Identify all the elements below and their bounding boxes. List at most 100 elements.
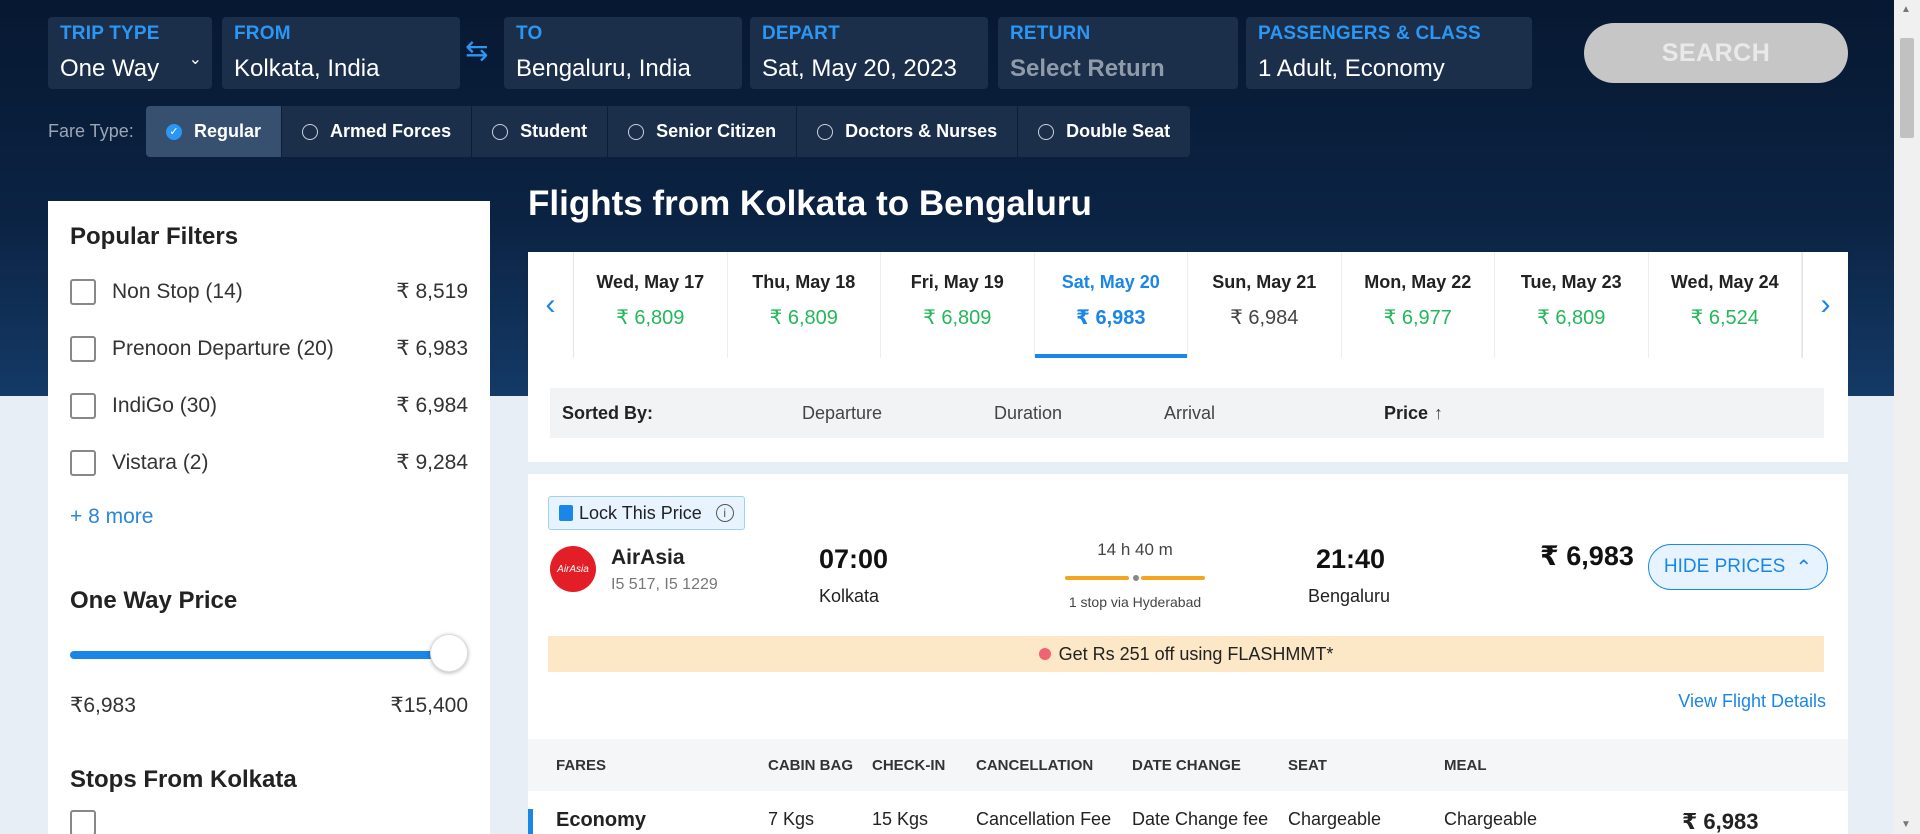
date-cell[interactable]: Sat, May 20 ₹ 6,983 (1034, 252, 1188, 358)
flight-numbers: I5 517, I5 1229 (611, 576, 718, 593)
lock-price-button[interactable]: Lock This Price i (548, 496, 745, 530)
fare-option-student[interactable]: Student (472, 106, 609, 157)
lock-icon (559, 505, 573, 521)
sort-price[interactable]: Price (1384, 403, 1428, 424)
checkbox[interactable] (70, 809, 96, 834)
checkbox[interactable] (70, 335, 96, 362)
filter-sidebar: Popular Filters Non Stop (14) ₹ 8,519 Pr… (48, 201, 490, 834)
from-field[interactable]: FROM Kolkata, India (222, 17, 460, 89)
filter-non-stop[interactable]: Non Stop (14) ₹ 8,519 (70, 263, 468, 320)
radio-icon (628, 123, 645, 140)
col-fares: FARES (556, 757, 607, 774)
fare-option-armed-forces[interactable]: Armed Forces (282, 106, 473, 157)
search-button[interactable]: SEARCH (1584, 23, 1848, 83)
scrollbar-thumb[interactable] (1900, 38, 1914, 138)
date-label: Thu, May 18 (752, 272, 856, 292)
fare-meal: Chargeable (1444, 809, 1538, 829)
stop-info: 1 stop via Hyderabad (1068, 594, 1202, 610)
col-date-change: DATE CHANGE (1132, 757, 1241, 774)
swap-icon[interactable]: ⇆ (465, 34, 488, 67)
stops-title: Stops From Kolkata (70, 766, 297, 793)
popular-filters-title: Popular Filters (70, 223, 239, 250)
price-slider[interactable] (70, 634, 468, 672)
date-price: ₹ 6,809 (923, 307, 992, 329)
passengers-field[interactable]: PASSENGERS & CLASS 1 Adult, Economy (1246, 17, 1532, 89)
radio-icon (302, 123, 319, 140)
checkbox[interactable] (70, 392, 96, 419)
chevron-left-icon[interactable]: ‹ (528, 252, 574, 358)
fare-option-label: Double Seat (1066, 121, 1171, 141)
return-placeholder: Select Return (1010, 55, 1165, 82)
date-price: ₹ 6,809 (769, 307, 838, 329)
chevron-right-icon[interactable]: › (1802, 252, 1848, 358)
col-meal: MEAL (1444, 757, 1487, 774)
depart-label: DEPART (762, 23, 840, 44)
more-filters-link[interactable]: + 8 more (70, 505, 468, 529)
date-cell[interactable]: Wed, May 17 ₹ 6,809 (574, 252, 728, 358)
fare-option-double-seat[interactable]: Double Seat (1018, 106, 1190, 157)
date-label: Fri, May 19 (910, 272, 1004, 292)
fare-option-regular[interactable]: ✓ Regular (146, 106, 283, 157)
checkbox[interactable] (70, 449, 96, 476)
page-scrollbar[interactable]: ▲ ▼ (1894, 0, 1920, 834)
fare-name: Economy (556, 809, 647, 831)
fare-option-label: Armed Forces (330, 121, 452, 141)
fare-table-header: FARES CABIN BAG CHECK-IN CANCELLATION DA… (528, 739, 1848, 791)
airline-name: AirAsia (611, 546, 685, 569)
trip-type-label: TRIP TYPE (60, 23, 160, 44)
fare-option-senior-citizen[interactable]: Senior Citizen (608, 106, 798, 157)
depart-field[interactable]: DEPART Sat, May 20, 2023 (750, 17, 988, 89)
sort-duration[interactable]: Duration (994, 403, 1062, 424)
date-cell[interactable]: Mon, May 22 ₹ 6,977 (1342, 252, 1495, 358)
filter-prenoon-departure[interactable]: Prenoon Departure (20) ₹ 6,983 (70, 320, 468, 377)
to-field[interactable]: TO Bengaluru, India (504, 17, 742, 89)
sort-arrival[interactable]: Arrival (1164, 403, 1215, 424)
filter-stops-non-stop[interactable] (70, 794, 468, 834)
filter-vistara[interactable]: Vistara (2) ₹ 9,284 (70, 434, 468, 491)
scroll-up-icon[interactable]: ▲ (1901, 4, 1911, 15)
chevron-up-icon: ⌃ (1795, 556, 1813, 579)
date-label: Sat, May 20 (1061, 272, 1160, 292)
fare-option-label: Student (520, 121, 588, 141)
date-cell[interactable]: Fri, May 19 ₹ 6,809 (881, 252, 1035, 358)
col-check-in: CHECK-IN (872, 757, 946, 774)
passengers-value: 1 Adult, Economy (1258, 55, 1445, 82)
hide-prices-button[interactable]: HIDE PRICES ⌃ (1648, 544, 1828, 590)
trip-type-select[interactable]: TRIP TYPE One Way ⌄ (48, 17, 212, 89)
divider (528, 462, 1848, 474)
date-price: ₹ 6,809 (616, 307, 685, 329)
fare-option-label: Doctors & Nurses (845, 121, 998, 141)
fare-row-economy[interactable]: Economy 7 Kgs 15 Kgs Cancellation Fee Da… (528, 791, 1848, 834)
date-price: ₹ 6,983 (1075, 307, 1146, 329)
date-cell[interactable]: Thu, May 18 ₹ 6,809 (728, 252, 881, 358)
to-value: Bengaluru, India (516, 55, 691, 82)
arrival-time: 21:40 (1316, 544, 1386, 574)
date-cell[interactable]: Tue, May 23 ₹ 6,809 (1495, 252, 1649, 358)
filter-price: ₹ 8,519 (396, 280, 468, 303)
price-max: ₹15,400 (390, 694, 468, 717)
fare-option-doctors-nurses[interactable]: Doctors & Nurses (797, 106, 1019, 157)
scroll-down-icon[interactable]: ▼ (1901, 819, 1911, 830)
col-cabin-bag: CABIN BAG (768, 757, 853, 774)
duration-segment (1141, 576, 1205, 580)
return-field[interactable]: RETURN Select Return (998, 17, 1238, 89)
filter-name: IndiGo (30) (112, 393, 218, 417)
sort-departure[interactable]: Departure (802, 403, 882, 424)
date-price: ₹ 6,977 (1383, 307, 1452, 329)
duration-line (1065, 573, 1205, 583)
view-flight-details-link[interactable]: View Flight Details (1678, 691, 1826, 712)
fare-option-label: Regular (194, 121, 262, 141)
check-icon: ✓ (166, 123, 182, 140)
info-icon[interactable]: i (715, 504, 734, 522)
date-cell[interactable]: Wed, May 24 ₹ 6,524 (1649, 252, 1802, 358)
fare-cancellation: Cancellation Fee (976, 809, 1112, 829)
chevron-down-icon: ⌄ (188, 51, 202, 68)
filter-name: Prenoon Departure (20) (112, 336, 334, 360)
radio-icon (817, 123, 834, 140)
slider-handle[interactable] (430, 634, 468, 672)
date-cell[interactable]: Sun, May 21 ₹ 6,984 (1188, 252, 1342, 358)
filter-indigo[interactable]: IndiGo (30) ₹ 6,984 (70, 377, 468, 434)
checkbox[interactable] (70, 278, 96, 305)
fare-checkin: 15 Kgs (872, 809, 929, 829)
promo-text: Get Rs 251 off using FLASHMMT* (1058, 643, 1334, 664)
